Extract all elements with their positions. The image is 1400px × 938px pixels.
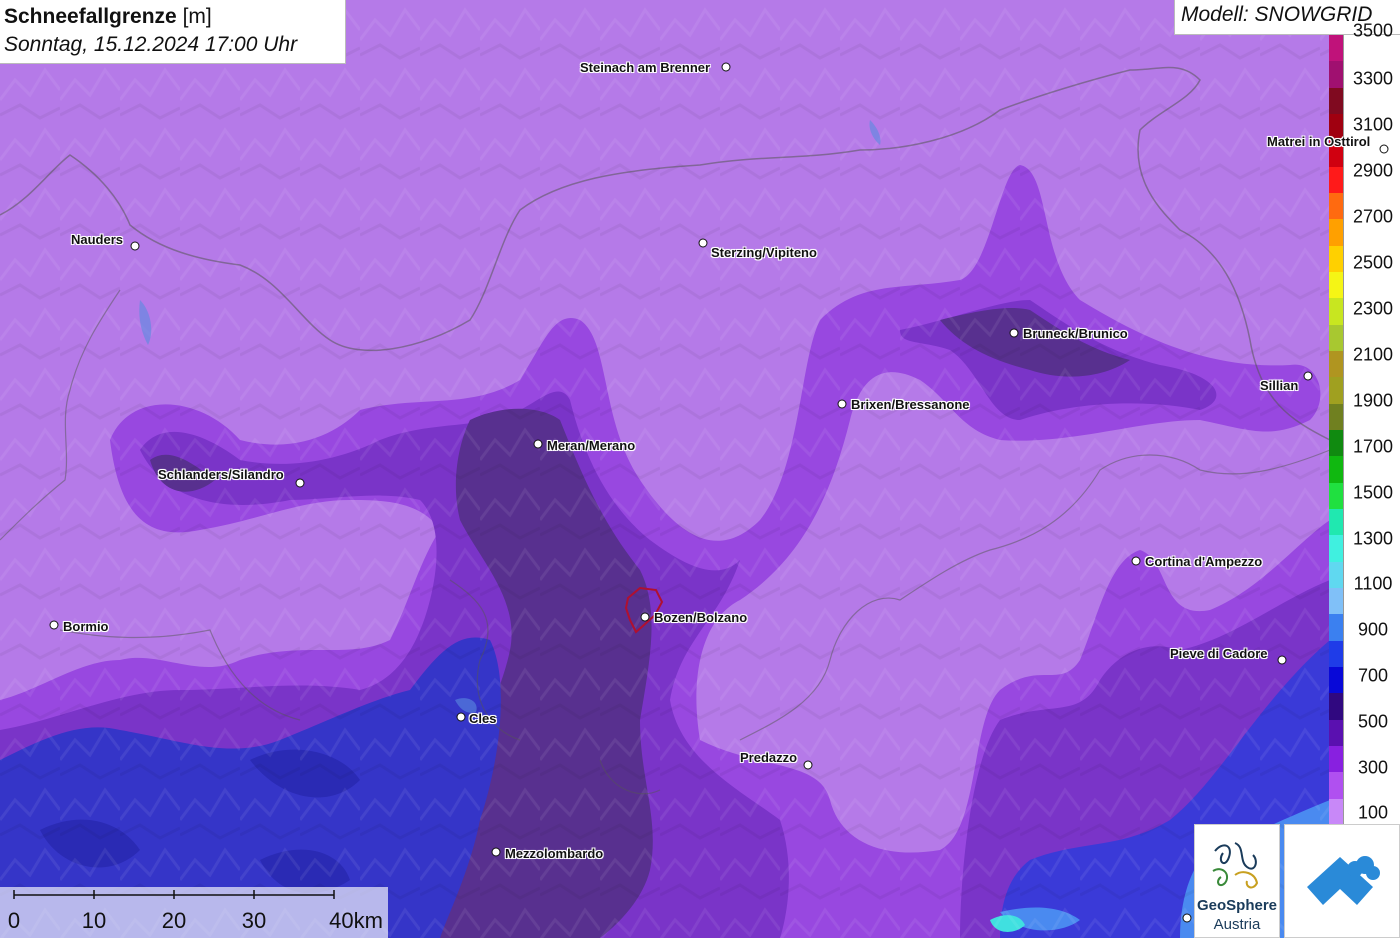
legend-color-swatch <box>1329 772 1343 800</box>
city-marker[interactable] <box>456 712 466 722</box>
city-label-sterzing: Sterzing/Vipiteno <box>711 245 817 260</box>
legend-label: 1500 <box>1352 482 1394 503</box>
city-marker[interactable] <box>49 620 59 630</box>
city-marker[interactable] <box>130 241 140 251</box>
city-marker[interactable] <box>1379 144 1389 154</box>
legend-color-swatch <box>1329 693 1343 721</box>
legend-label: 1900 <box>1352 390 1394 411</box>
legend-label: 3100 <box>1352 114 1394 135</box>
legend-color-swatch <box>1329 87 1343 115</box>
scale-tick-label: 40km <box>329 908 383 933</box>
map-datetime: Sonntag, 15.12.2024 17:00 Uhr <box>4 33 298 56</box>
geosphere-emblem-icon <box>1212 842 1259 889</box>
geosphere-logo-line1: GeoSphere <box>1196 897 1278 914</box>
city-label-matrei: Matrei in Osttirol <box>1267 134 1371 149</box>
legend-color-swatch <box>1329 272 1343 299</box>
legend-color-swatch <box>1329 798 1343 826</box>
city-label-bormio: Bormio <box>63 619 109 634</box>
color-legend: 3500 3300 3100 2900 2700 2500 2300 2100 … <box>1329 21 1400 826</box>
legend-color-swatch <box>1329 719 1343 747</box>
city-marker[interactable] <box>1182 913 1192 923</box>
legend-label: 2900 <box>1352 160 1394 181</box>
city-label-cortina: Cortina d'Ampezzo <box>1145 554 1263 569</box>
legend-color-swatch <box>1329 245 1343 273</box>
city-marker[interactable] <box>1009 328 1019 338</box>
legend-color-swatch <box>1329 561 1343 589</box>
city-label-bruneck: Bruneck/Brunico <box>1023 326 1128 341</box>
scale-tick-label: 10 <box>81 908 107 933</box>
legend-label: 3300 <box>1352 68 1394 89</box>
mountain-cloud-icon <box>1307 856 1380 905</box>
legend-label: 2300 <box>1352 298 1394 319</box>
scale-tick-label: 30 <box>241 908 267 933</box>
city-marker[interactable] <box>1131 556 1141 566</box>
city-marker[interactable] <box>1303 371 1313 381</box>
city-label-pieve: Pieve di Cadore <box>1170 646 1268 661</box>
city-label-predazzo: Predazzo <box>740 750 798 765</box>
city-marker[interactable] <box>491 847 501 857</box>
legend-color-swatch <box>1329 298 1343 326</box>
city-marker[interactable] <box>721 62 731 72</box>
map-title: Schneefallgrenze [m] <box>4 3 345 31</box>
map-title-unit: [m] <box>182 5 212 28</box>
legend-label: 2100 <box>1352 344 1394 365</box>
city-marker[interactable] <box>803 760 813 770</box>
city-marker[interactable] <box>1277 655 1287 665</box>
partner-logo[interactable] <box>1284 824 1400 938</box>
legend-color-swatch <box>1329 61 1343 89</box>
legend-color-swatch <box>1329 456 1343 484</box>
city-marker[interactable] <box>640 612 650 622</box>
legend-label: 1700 <box>1352 436 1394 457</box>
legend-color-swatch <box>1329 640 1343 668</box>
legend-color-swatch <box>1329 509 1343 536</box>
city-label-meran: Meran/Merano <box>547 438 636 453</box>
city-label-schlanders: Schlanders/Silandro <box>158 467 284 482</box>
legend-label: 700 <box>1357 665 1389 686</box>
city-label-sillian: Sillian <box>1260 378 1299 393</box>
map-title-text: Schneefallgrenze <box>4 5 177 28</box>
legend-label: 900 <box>1357 619 1389 640</box>
city-marker[interactable] <box>295 478 305 488</box>
city-marker[interactable] <box>698 238 708 248</box>
legend-color-swatch <box>1329 535 1343 563</box>
legend-color-swatch <box>1329 35 1343 62</box>
legend-label: 100 <box>1357 802 1389 823</box>
city-label-nauders: Nauders <box>71 232 124 247</box>
map-title-box: Schneefallgrenze [m] Sonntag, 15.12.2024… <box>0 0 346 64</box>
legend-color-bar <box>1329 35 1344 826</box>
scale-tick-label: 20 <box>161 908 187 933</box>
legend-color-swatch <box>1329 746 1343 773</box>
scale-bar: 0 10 20 30 40km <box>0 887 388 938</box>
geosphere-logo[interactable]: GeoSphere Austria <box>1194 824 1280 938</box>
legend-color-swatch <box>1329 219 1343 247</box>
legend-label: 1300 <box>1352 528 1394 549</box>
legend-color-swatch <box>1329 351 1343 378</box>
scale-tick-label: 0 <box>7 908 21 933</box>
legend-label: 3500 <box>1352 20 1394 41</box>
legend-label: 300 <box>1357 757 1389 778</box>
legend-color-swatch <box>1329 193 1343 220</box>
legend-label: 1100 <box>1353 573 1393 594</box>
legend-color-swatch <box>1329 377 1343 405</box>
legend-color-swatch <box>1329 324 1343 352</box>
legend-color-swatch <box>1329 166 1343 194</box>
city-label-bozen: Bozen/Bolzano <box>654 610 748 625</box>
legend-label: 2500 <box>1352 252 1394 273</box>
city-label-steinach: Steinach am Brenner <box>580 60 711 75</box>
city-label-mezzolombardo: Mezzolombardo <box>505 846 604 861</box>
legend-color-swatch <box>1329 403 1343 431</box>
legend-label: 2700 <box>1352 206 1394 227</box>
city-marker[interactable] <box>837 399 847 409</box>
legend-color-swatch <box>1329 430 1343 457</box>
legend-color-swatch <box>1329 482 1343 510</box>
legend-color-swatch <box>1329 588 1343 615</box>
legend-color-swatch <box>1329 614 1343 642</box>
city-label-brixen: Brixen/Bressanone <box>851 397 970 412</box>
legend-label: 500 <box>1357 711 1389 732</box>
city-label-cles: Cles <box>469 711 497 726</box>
city-marker[interactable] <box>533 439 543 449</box>
legend-color-swatch <box>1329 667 1343 694</box>
geosphere-logo-line2: Austria <box>1213 916 1261 933</box>
